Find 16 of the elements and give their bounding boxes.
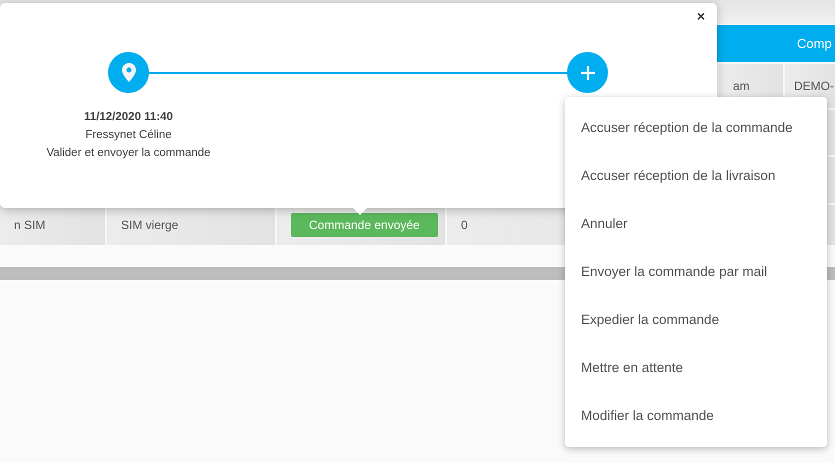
close-button[interactable]: × (694, 6, 707, 27)
column-header: Comp (797, 34, 832, 53)
menu-item[interactable]: Accuser réception de la livraison (565, 152, 827, 200)
menu-item[interactable]: Expedier la commande (565, 296, 827, 344)
menu-item[interactable]: Modifier la commande (565, 392, 827, 440)
table-cell: SIM vierge (105, 205, 275, 245)
status-badge: Commande envoyée (291, 213, 438, 237)
menu-item[interactable]: Mettre en attente (565, 344, 827, 392)
step-date: 11/12/2020 11:40 (83, 110, 174, 125)
step-author: Fressynet Céline (84, 128, 173, 143)
plus-icon (580, 64, 596, 80)
step-action: Valider et envoyer la commande (46, 146, 211, 161)
location-pin-icon (108, 52, 149, 93)
add-button[interactable] (567, 52, 608, 93)
table-cell: n SIM (0, 205, 105, 245)
menu-item[interactable]: Envoyer la commande par mail (565, 248, 827, 296)
